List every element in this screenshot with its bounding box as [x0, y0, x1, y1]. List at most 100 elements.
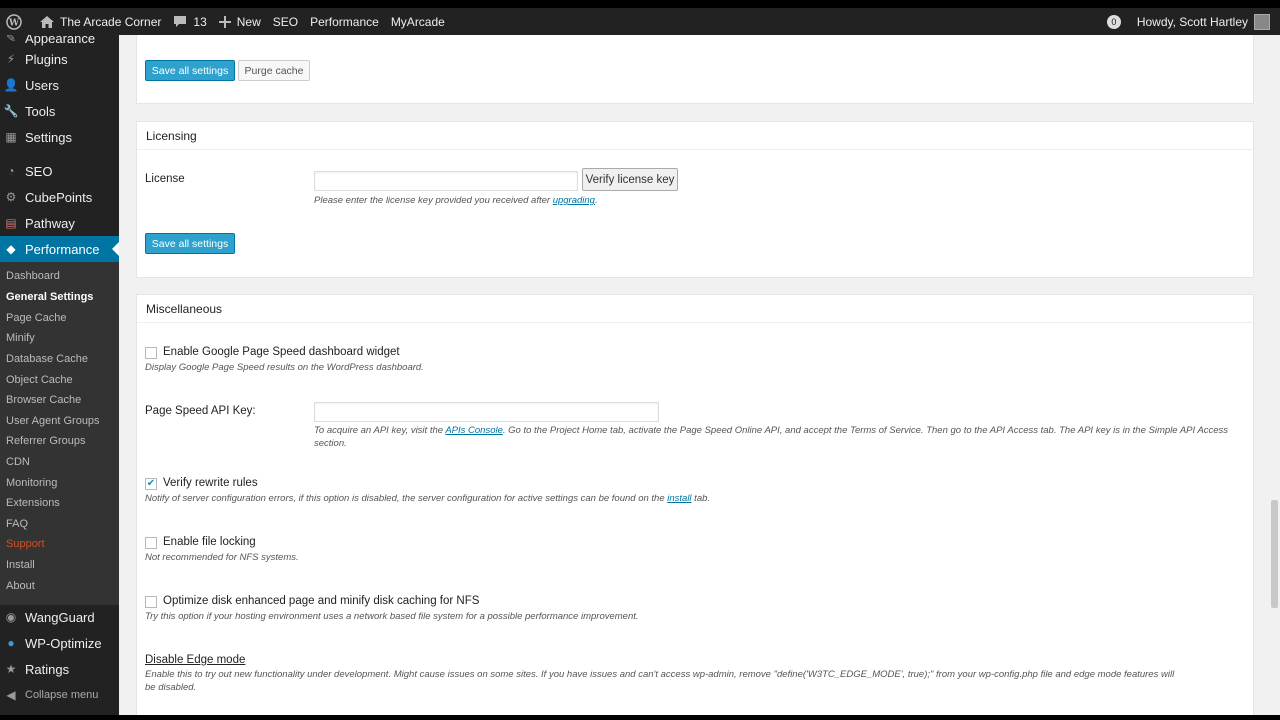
menu-plugins[interactable]: ⚡ Plugins — [0, 46, 119, 72]
seo-menu-link[interactable]: SEO — [267, 8, 304, 35]
api-desc-text: To acquire an API key, visit the — [314, 425, 446, 436]
miscellaneous-title: Miscellaneous — [137, 295, 1253, 323]
letterbox-top — [0, 0, 1280, 8]
new-label: New — [236, 14, 261, 29]
api-key-label: Page Speed API Key: — [145, 405, 256, 417]
site-name-link[interactable]: The Arcade Corner — [34, 8, 167, 35]
paintbrush-icon: ✎ — [5, 35, 17, 45]
submenu-database-cache[interactable]: Database Cache — [6, 353, 88, 365]
performance-label: Performance — [310, 14, 379, 29]
menu-users[interactable]: 👤 Users — [0, 72, 119, 98]
upgrading-link[interactable]: upgrading — [553, 195, 595, 206]
verify-rewrite-checkbox[interactable]: ✔ — [145, 478, 157, 490]
submenu-page-cache[interactable]: Page Cache — [6, 312, 67, 324]
menu-settings[interactable]: ▦ Settings — [0, 124, 119, 150]
save-all-settings-button[interactable]: Save all settings — [145, 60, 235, 81]
menu-label: Plugins — [25, 51, 68, 67]
menu-pathway[interactable]: ▤ Pathway — [0, 210, 119, 236]
previous-settings-box: Save all settings Purge cache — [136, 35, 1254, 104]
home-icon — [40, 15, 54, 28]
install-tab-link[interactable]: install — [667, 493, 691, 504]
menu-cubepoints[interactable]: ⚙ CubePoints — [0, 184, 119, 210]
menu-label: Performance — [25, 241, 100, 257]
wrench-icon: 🔧 — [3, 104, 19, 118]
site-name: The Arcade Corner — [60, 14, 162, 29]
submenu-monitoring[interactable]: Monitoring — [6, 477, 57, 489]
performance-icon: ◆ — [6, 242, 16, 256]
submenu-faq[interactable]: FAQ — [6, 518, 28, 530]
collapse-menu-button[interactable]: ◀ Collapse menu — [0, 682, 119, 708]
menu-seo[interactable]: ◔ SEO — [0, 158, 119, 184]
collapse-label: Collapse menu — [25, 689, 99, 701]
menu-ratings[interactable]: ★ Ratings — [0, 656, 119, 682]
submenu-support[interactable]: Support — [6, 538, 45, 550]
verify-rewrite-label: Verify rewrite rules — [163, 477, 258, 489]
pagespeed-widget-checkbox[interactable] — [145, 347, 157, 359]
menu-wangguard[interactable]: ◉ WangGuard — [0, 604, 119, 630]
comment-icon — [174, 16, 187, 27]
submenu-minify[interactable]: Minify — [6, 332, 35, 344]
settings-icon: ▦ — [5, 130, 17, 144]
submenu-browser-cache[interactable]: Browser Cache — [6, 394, 81, 406]
menu-label: WangGuard — [25, 609, 95, 625]
seo-label: SEO — [272, 14, 299, 29]
submenu-extensions[interactable]: Extensions — [6, 497, 60, 509]
license-desc-end: . — [594, 195, 598, 206]
admin-sidebar: ✎ Appearance ⚡ Plugins 👤 Users 🔧 Tools ▦ Sett… — [0, 35, 119, 715]
wp-optimize-icon: ● — [7, 636, 15, 650]
menu-label: Pathway — [25, 215, 75, 231]
license-label: License — [145, 173, 185, 185]
api-desc-text-3: section. — [314, 438, 347, 449]
submenu-object-cache[interactable]: Object Cache — [6, 374, 73, 386]
edge-desc-text-2: be disabled. — [145, 682, 197, 693]
submenu-about[interactable]: About — [6, 580, 35, 592]
api-key-input[interactable] — [314, 402, 659, 422]
comments-link[interactable]: 13 — [167, 8, 212, 35]
main-content: Save all settings Purge cache Licensing … — [119, 35, 1269, 715]
users-icon: 👤 — [3, 78, 19, 92]
save-all-settings-button[interactable]: Save all settings — [145, 233, 235, 254]
submenu-general-settings[interactable]: General Settings — [6, 291, 93, 303]
license-input[interactable] — [314, 171, 578, 191]
letterbox-bottom — [0, 715, 1280, 720]
myarcade-menu-link[interactable]: MyArcade — [385, 8, 451, 35]
apis-console-link[interactable]: APIs Console — [445, 425, 503, 436]
menu-tools[interactable]: 🔧 Tools — [0, 98, 119, 124]
submenu-cdn[interactable]: CDN — [6, 456, 30, 468]
gear-icon: ⚙ — [5, 190, 17, 204]
wordpress-logo-icon[interactable]: W — [0, 8, 34, 35]
scrollbar-thumb[interactable] — [1271, 500, 1278, 608]
pagespeed-widget-label: Enable Google Page Speed dashboard widge… — [163, 346, 400, 358]
file-locking-checkbox[interactable] — [145, 537, 157, 549]
verify-license-button[interactable]: Verify license key — [582, 168, 678, 191]
rewrite-desc-text: Notify of server configuration errors, i… — [145, 493, 668, 504]
submenu-user-agent-groups[interactable]: User Agent Groups — [6, 415, 100, 427]
page-scrollbar[interactable] — [1269, 35, 1280, 715]
new-content-link[interactable]: New — [213, 8, 267, 35]
notification-badge[interactable]: 0 — [1106, 14, 1121, 29]
submenu-referrer-groups[interactable]: Referrer Groups — [6, 435, 85, 447]
nfs-optimize-description: Try this option if your hosting environm… — [145, 611, 639, 622]
submenu-dashboard[interactable]: Dashboard — [6, 270, 60, 282]
nfs-optimize-label: Optimize disk enhanced page and minify d… — [163, 595, 480, 607]
verify-rewrite-description: Notify of server configuration errors, i… — [145, 492, 710, 505]
collapse-arrow-icon: ◀ — [6, 688, 16, 702]
menu-performance[interactable]: ◆ Performance — [0, 236, 119, 262]
myarcade-label: MyArcade — [390, 14, 445, 29]
menu-label: WP-Optimize — [25, 635, 102, 651]
menu-wp-optimize[interactable]: ● WP-Optimize — [0, 630, 119, 656]
admin-bar: W The Arcade Corner 13 New SEO Performan… — [0, 8, 1280, 35]
submenu-install[interactable]: Install — [6, 559, 35, 571]
api-key-description: To acquire an API key, visit the APIs Co… — [314, 424, 1244, 450]
menu-label: CubePoints — [25, 189, 93, 205]
api-desc-text-2: . Go to the Project Home tab, activate t… — [502, 425, 1229, 436]
disable-edge-mode-link[interactable]: Disable Edge mode — [145, 654, 245, 666]
plugin-icon: ⚡ — [6, 52, 16, 66]
account-menu[interactable]: Howdy, Scott Hartley — [1131, 8, 1280, 35]
checkmark-icon: ✔ — [146, 478, 156, 489]
performance-submenu: Dashboard General Settings Page Cache Mi… — [0, 262, 119, 605]
performance-menu-link[interactable]: Performance — [304, 8, 385, 35]
pagespeed-widget-description: Display Google Page Speed results on the… — [145, 362, 424, 373]
nfs-optimize-checkbox[interactable] — [145, 596, 157, 608]
purge-cache-button[interactable]: Purge cache — [238, 60, 310, 81]
